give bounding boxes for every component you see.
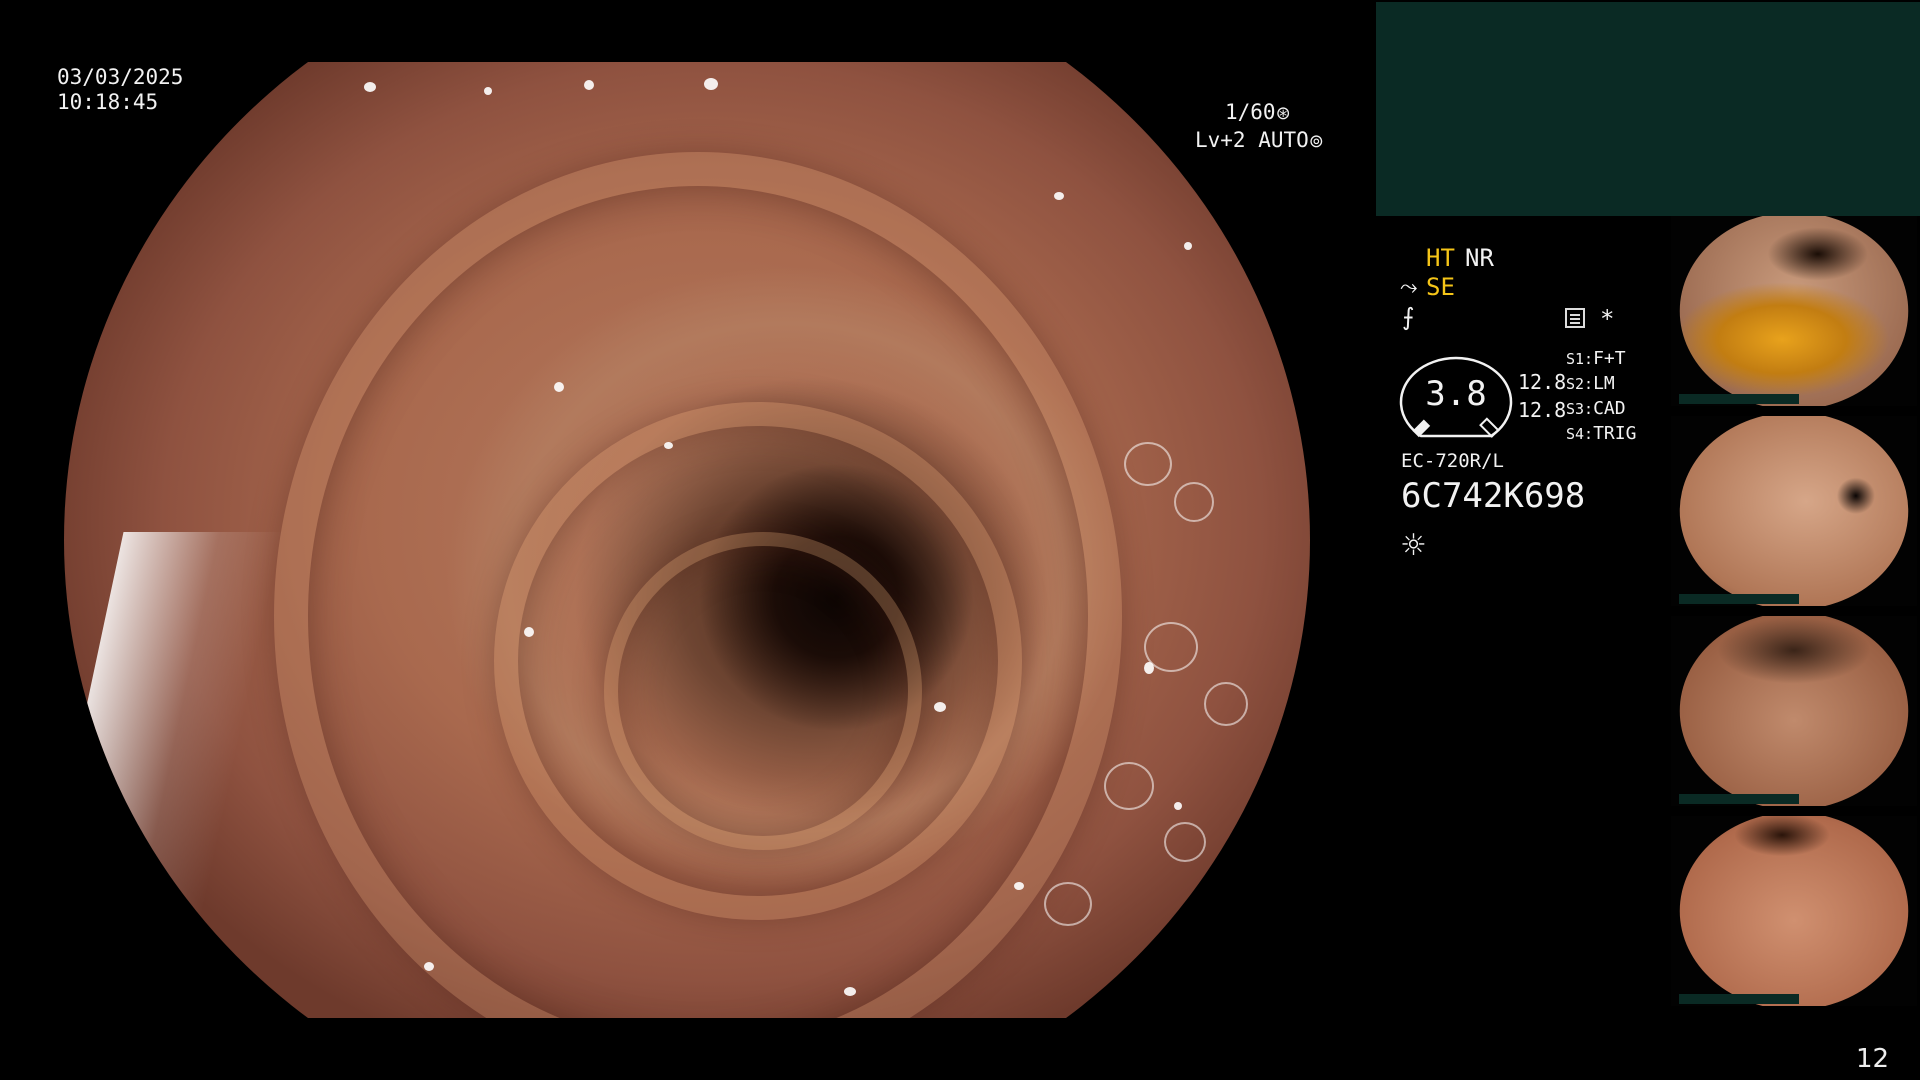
specular-glint [844, 987, 856, 996]
structure-enhancement-icon: ⨍ [1402, 303, 1415, 331]
bubble [1044, 882, 1092, 926]
shutter-label: 1/60 [1225, 100, 1276, 124]
readout-value-2: 12.8 [1518, 398, 1567, 422]
specular-glint [424, 962, 434, 971]
specular-glint [1184, 242, 1192, 250]
thumbnail-image [1679, 616, 1909, 806]
time-label: 10:18:45 [57, 90, 159, 114]
specular-glint [1174, 802, 1182, 810]
specular-glint [704, 78, 718, 90]
readout-value-1: 12.8 [1518, 370, 1567, 394]
thumbnail-caption-bar [1679, 394, 1799, 404]
bubble [1144, 622, 1198, 672]
endoscope-view [64, 62, 1310, 1018]
thumbnail-caption-bar [1679, 594, 1799, 604]
specular-glint [484, 87, 492, 95]
se-indicator: SE [1426, 273, 1455, 301]
switch-4: S4:TRIG [1566, 423, 1637, 444]
bubble [1204, 682, 1248, 726]
menu-icon [1565, 308, 1585, 328]
light-flare [64, 532, 284, 1018]
specular-glint [1054, 192, 1064, 200]
info-panel-top [1376, 2, 1920, 216]
auto-gain-icon: ⊚ [1308, 131, 1324, 152]
color-enhancement-icon: ⤳ [1400, 275, 1418, 300]
specular-glint [554, 382, 564, 392]
mucosal-fold-inner [604, 532, 922, 850]
light-icon: ☼ [1400, 528, 1427, 563]
switch-1: S1:F+T [1566, 348, 1626, 369]
thumbnail-caption-bar [1679, 794, 1799, 804]
gain-readout: Lv+2 AUTO⊚ [1195, 127, 1324, 155]
ht-indicator: HT [1426, 244, 1455, 272]
specular-glint [584, 80, 594, 90]
specular-glint [934, 702, 946, 712]
capture-thumbnail[interactable] [1671, 816, 1917, 1006]
thumbnail-image [1679, 216, 1909, 406]
shutter-readout: 1/60⊛ [1225, 99, 1291, 127]
gain-label: Lv+2 AUTO [1195, 128, 1309, 152]
specular-glint [524, 627, 534, 637]
thumbnail-caption-bar [1679, 994, 1799, 1004]
capture-thumbnail[interactable] [1671, 616, 1917, 806]
thumbnail-image [1679, 416, 1909, 606]
asterisk-indicator: * [1600, 305, 1615, 333]
specular-glint [1014, 882, 1024, 890]
bubble [1174, 482, 1214, 522]
bubble [1124, 442, 1172, 486]
nr-indicator: NR [1465, 244, 1494, 272]
scope-model: EC-720R/L [1401, 450, 1504, 472]
thumbnail-image [1679, 816, 1909, 1006]
bubble [1104, 762, 1154, 810]
capture-thumbnail[interactable] [1671, 216, 1917, 406]
aperture-icon: ⊛ [1275, 103, 1291, 124]
scope-serial: 6C742K698 [1401, 476, 1586, 516]
specular-glint [664, 442, 673, 449]
switch-3: S3:CAD [1566, 398, 1626, 419]
switch-2: S2:LM [1566, 373, 1615, 394]
capture-thumbnail[interactable] [1671, 416, 1917, 606]
date-label: 03/03/2025 [57, 65, 184, 89]
specular-glint [364, 82, 376, 92]
bubble [1164, 822, 1206, 862]
zoom-value: 3.8 [1425, 374, 1487, 414]
page-number: 12 [1856, 1044, 1890, 1074]
